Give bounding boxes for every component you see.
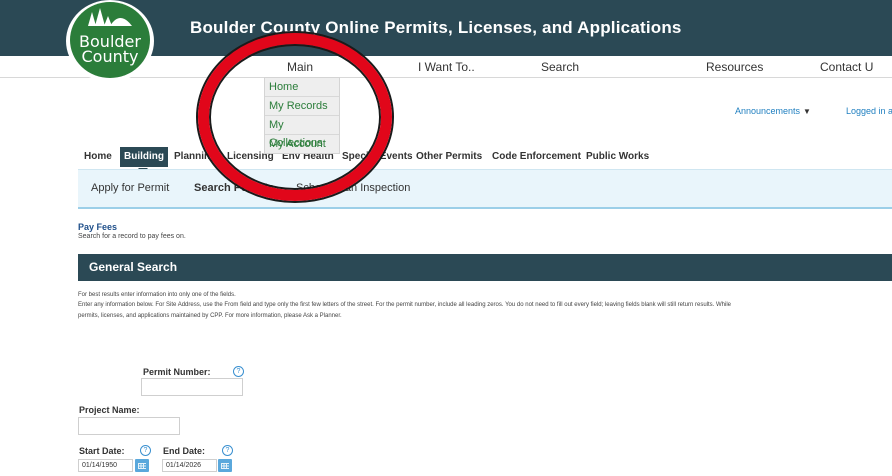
general-search-header: General Search <box>78 254 892 281</box>
end-date-help-icon[interactable]: ? <box>222 445 233 456</box>
caret-down-icon: ▼ <box>803 107 811 116</box>
instruction-line-2: Enter any information below. For Site Ad… <box>78 302 731 308</box>
start-date-help-icon[interactable]: ? <box>140 445 151 456</box>
announcements-label: Announcements <box>735 106 801 116</box>
red-annotation-circle <box>198 33 392 201</box>
logged-in-text[interactable]: Logged in as <box>846 106 892 116</box>
start-date-calendar-icon[interactable] <box>135 459 149 472</box>
tab-other-permits[interactable]: Other Permits <box>416 147 482 167</box>
instruction-line-3: permits, licenses, and applications main… <box>78 313 342 319</box>
end-date-calendar-icon[interactable] <box>218 459 232 472</box>
tab-building[interactable]: Building <box>120 147 168 167</box>
permit-number-label: Permit Number: <box>143 367 211 377</box>
start-date-input[interactable]: 01/14/1950 <box>78 459 133 472</box>
tree-silhouette-icon <box>88 8 132 26</box>
logo-line-2: County <box>81 47 139 66</box>
subnav-apply-for-permit[interactable]: Apply for Permit <box>91 182 169 194</box>
nav-i-want-to[interactable]: I Want To.. <box>418 60 475 74</box>
building-subnav: Apply for Permit Search Permits Schedule… <box>78 169 892 209</box>
end-date-input[interactable]: 01/14/2026 <box>162 459 217 472</box>
tab-public-works[interactable]: Public Works <box>586 147 649 167</box>
end-date-label: End Date: <box>163 446 206 456</box>
general-search-title: General Search <box>89 260 178 274</box>
permit-number-input[interactable] <box>141 378 243 396</box>
nav-search[interactable]: Search <box>541 60 579 74</box>
start-date-label: Start Date: <box>79 446 125 456</box>
logo-text: Boulder County <box>70 34 150 66</box>
instruction-line-1: For best results enter information into … <box>78 292 236 298</box>
pay-fees-description: Search for a record to pay fees on. <box>78 233 186 240</box>
permit-number-help-icon[interactable]: ? <box>233 366 244 377</box>
project-name-label: Project Name: <box>79 405 140 415</box>
tab-home[interactable]: Home <box>84 147 112 167</box>
tab-code-enforcement[interactable]: Code Enforcement <box>492 147 581 167</box>
nav-resources[interactable]: Resources <box>706 60 763 74</box>
project-name-input[interactable] <box>78 417 180 435</box>
announcements-link[interactable]: Announcements ▼ <box>735 106 811 116</box>
nav-contact[interactable]: Contact U <box>820 60 873 74</box>
pay-fees-link[interactable]: Pay Fees <box>78 222 117 232</box>
site-title: Boulder County Online Permits, Licenses,… <box>190 18 682 37</box>
